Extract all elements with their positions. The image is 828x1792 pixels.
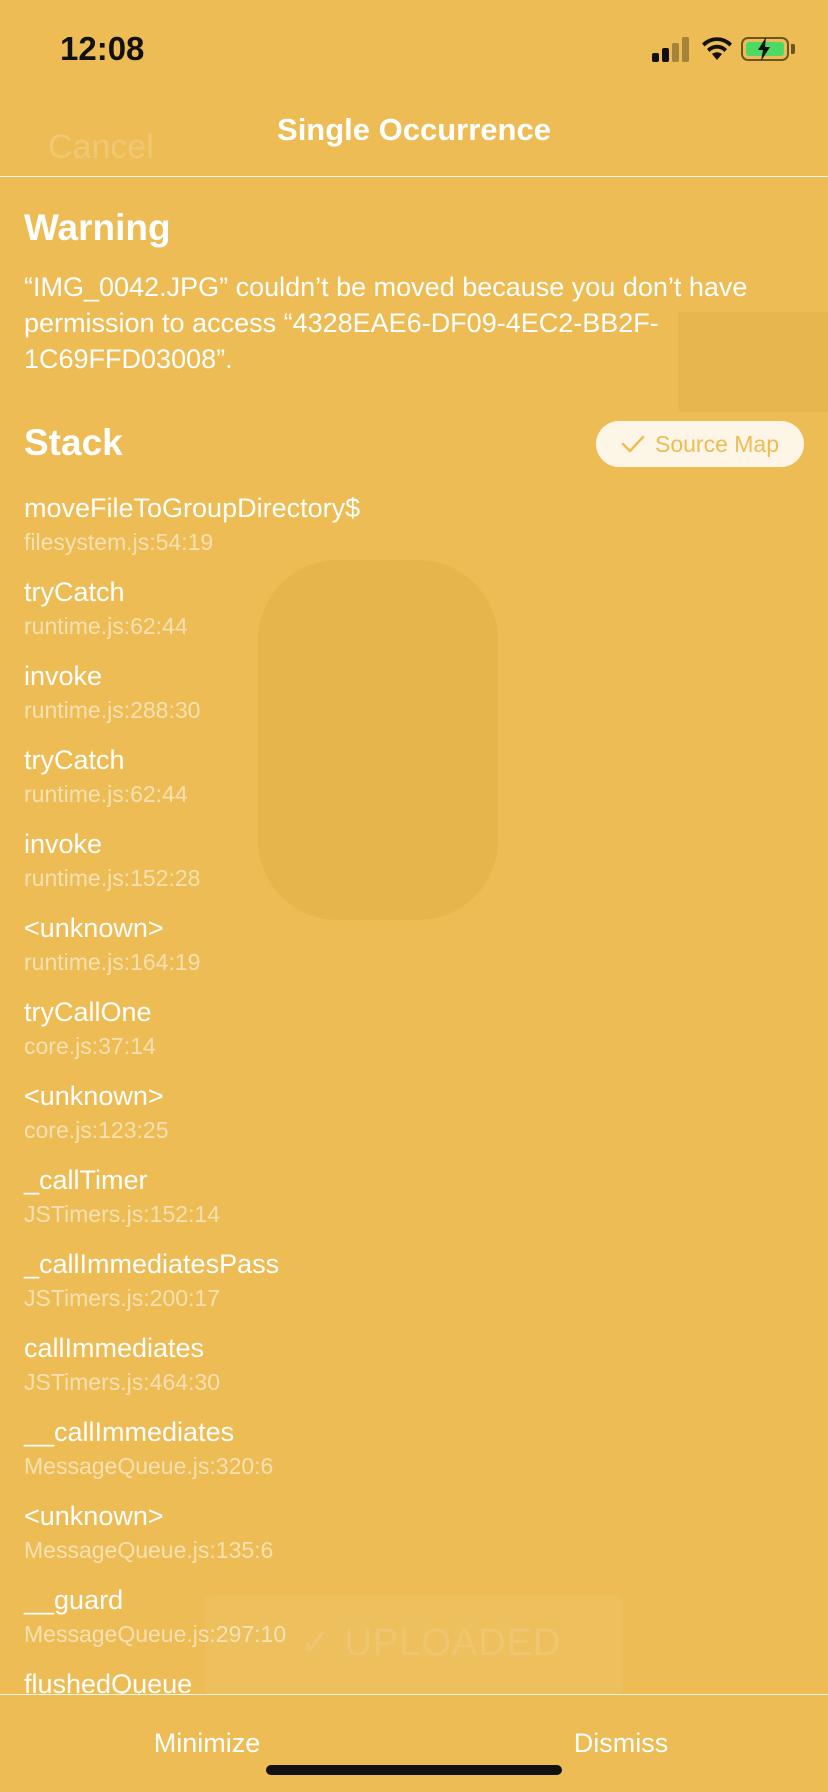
frame-location: runtime.js:164:19 — [24, 949, 201, 975]
stack-frame[interactable]: __guard MessageQueue.js:297:10 — [24, 1585, 804, 1669]
stack-frame[interactable]: <unknown> core.js:123:25 — [24, 1081, 804, 1165]
frame-location: MessageQueue.js:135:6 — [24, 1537, 274, 1563]
frame-location: JSTimers.js:464:30 — [24, 1369, 220, 1395]
checkmark-icon — [621, 435, 645, 453]
footer-toolbar: Minimize Dismiss — [0, 1694, 828, 1792]
stack-frame[interactable]: tryCallOne core.js:37:14 — [24, 997, 804, 1081]
source-map-button[interactable]: Source Map — [596, 421, 804, 467]
frame-location: core.js:37:14 — [24, 1033, 156, 1059]
stack-frame[interactable]: __callImmediates MessageQueue.js:320:6 — [24, 1417, 804, 1501]
status-bar: 12:08 — [0, 0, 828, 96]
warning-content[interactable]: Warning “IMG_0042.JPG” couldn’t be moved… — [0, 177, 828, 1694]
header: Single Occurrence — [0, 96, 828, 177]
frame-function-name: _callImmediatesPass — [24, 1249, 280, 1279]
frame-function-name: invoke — [24, 661, 103, 691]
frame-function-name: tryCatch — [24, 745, 125, 775]
frame-location: runtime.js:288:30 — [24, 697, 201, 723]
frame-location: runtime.js:152:28 — [24, 865, 201, 891]
frame-function-name: __callImmediates — [24, 1417, 235, 1447]
stack-frame[interactable]: invoke runtime.js:288:30 — [24, 661, 804, 745]
stack-frame[interactable]: moveFileToGroupDirectory$ filesystem.js:… — [24, 493, 804, 577]
stack-frame[interactable]: _callTimer JSTimers.js:152:14 — [24, 1165, 804, 1249]
source-map-label: Source Map — [654, 430, 779, 457]
frame-function-name: flushedQueue — [24, 1669, 193, 1694]
stack-frame[interactable]: _callImmediatesPass JSTimers.js:200:17 — [24, 1249, 804, 1333]
page-title: Single Occurrence — [277, 112, 551, 147]
frame-function-name: invoke — [24, 829, 103, 859]
warning-heading: Warning — [24, 207, 171, 248]
cellular-signal-icon — [652, 36, 692, 62]
frame-location: MessageQueue.js:297:10 — [24, 1621, 287, 1647]
minimize-button[interactable]: Minimize — [0, 1695, 414, 1791]
stack-frame[interactable]: tryCatch runtime.js:62:44 — [24, 745, 804, 829]
dismiss-button[interactable]: Dismiss — [414, 1695, 828, 1791]
frame-function-name: callImmediates — [24, 1333, 205, 1363]
stack-frame-list: moveFileToGroupDirectory$ filesystem.js:… — [24, 493, 804, 1694]
home-indicator[interactable] — [266, 1765, 562, 1775]
frame-location: JSTimers.js:200:17 — [24, 1285, 220, 1311]
frame-location: core.js:123:25 — [24, 1117, 169, 1143]
frame-location: runtime.js:62:44 — [24, 613, 188, 639]
charging-bolt-icon — [758, 37, 770, 61]
frame-function-name: tryCatch — [24, 577, 125, 607]
frame-function-name: moveFileToGroupDirectory$ — [24, 493, 361, 523]
stack-frame[interactable]: invoke runtime.js:152:28 — [24, 829, 804, 913]
frame-function-name: <unknown> — [24, 1081, 164, 1111]
frame-function-name: _callTimer — [24, 1165, 148, 1195]
stack-frame[interactable]: <unknown> runtime.js:164:19 — [24, 913, 804, 997]
warning-message: “IMG_0042.JPG” couldn’t be moved because… — [24, 272, 748, 374]
stack-frame[interactable]: <unknown> MessageQueue.js:135:6 — [24, 1501, 804, 1585]
frame-function-name: __guard — [24, 1585, 124, 1615]
stack-frame[interactable]: flushedQueue — [24, 1669, 804, 1694]
frame-function-name: <unknown> — [24, 913, 164, 943]
battery-cap — [791, 44, 795, 54]
frame-location: JSTimers.js:152:14 — [24, 1201, 220, 1227]
frame-location: MessageQueue.js:320:6 — [24, 1453, 274, 1479]
stack-frame[interactable]: callImmediates JSTimers.js:464:30 — [24, 1333, 804, 1417]
frame-function-name: tryCallOne — [24, 997, 152, 1027]
status-time: 12:08 — [60, 30, 145, 67]
frame-function-name: <unknown> — [24, 1501, 164, 1531]
stack-frame[interactable]: tryCatch runtime.js:62:44 — [24, 577, 804, 661]
frame-location: runtime.js:62:44 — [24, 781, 188, 807]
wifi-icon — [702, 37, 732, 60]
frame-location: filesystem.js:54:19 — [24, 529, 214, 555]
stack-heading: Stack — [24, 422, 123, 463]
redbox-warning-screen: Cancel ✓ UPLOADED 12:08 Single Occurrenc… — [0, 0, 828, 1792]
